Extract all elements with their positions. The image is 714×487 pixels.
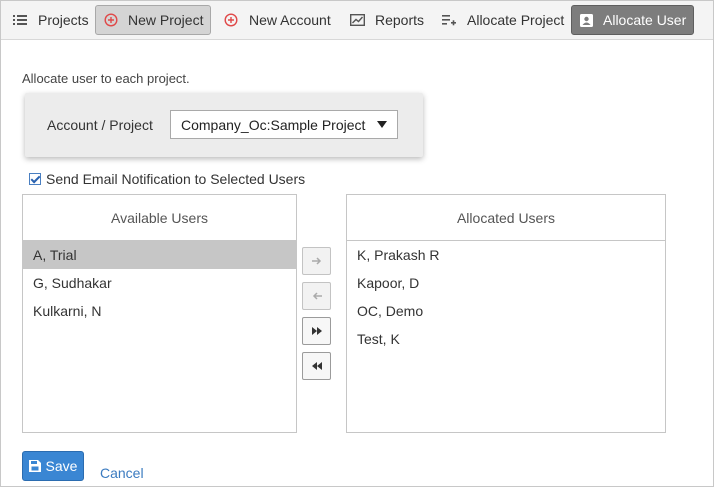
tab-projects-label: Projects [38, 12, 89, 28]
arrow-left-icon [312, 287, 322, 305]
tab-reports[interactable]: Reports [341, 5, 432, 35]
caret-down-icon [377, 121, 387, 128]
double-chevron-right-icon [311, 322, 323, 340]
tab-allocate-user-label: Allocate User [603, 12, 687, 28]
save-button[interactable]: Save [22, 451, 84, 481]
list-icon [12, 12, 28, 28]
tab-allocate-user[interactable]: Allocate User [571, 5, 694, 35]
toolbar: Projects New Project New Account Reports [1, 1, 713, 40]
allocated-users-header: Allocated Users [347, 195, 665, 241]
arrow-right-icon [311, 252, 322, 270]
available-users-list: Available Users A, Trial G, Sudhakar Kul… [22, 194, 297, 433]
tab-new-project[interactable]: New Project [95, 5, 211, 35]
email-notification-option: Send Email Notification to Selected User… [29, 171, 305, 187]
project-selector-panel: Account / Project Company_Oc:Sample Proj… [25, 93, 423, 157]
add-circle-icon [223, 12, 239, 28]
window-frame: Projects New Project New Account Reports [0, 0, 714, 487]
email-notification-checkbox[interactable] [29, 173, 41, 185]
tab-reports-label: Reports [375, 12, 425, 28]
allocated-user-row[interactable]: OC, Demo [347, 297, 665, 325]
tab-projects[interactable]: Projects [4, 5, 97, 35]
allocated-users-list: Allocated Users K, Prakash R Kapoor, D O… [346, 194, 666, 433]
instruction-text: Allocate user to each project. [22, 71, 190, 86]
email-notification-label: Send Email Notification to Selected User… [46, 171, 306, 187]
available-user-row[interactable]: Kulkarni, N [23, 297, 296, 325]
tab-new-account-label: New Account [249, 12, 331, 28]
allocated-user-row[interactable]: Kapoor, D [347, 269, 665, 297]
available-user-row[interactable]: G, Sudhakar [23, 269, 296, 297]
account-project-value: Company_Oc:Sample Project [181, 116, 366, 133]
tab-new-account[interactable]: New Account [215, 5, 339, 35]
move-all-left-button[interactable] [302, 352, 331, 380]
double-chevron-left-icon [311, 357, 323, 375]
tab-allocate-project[interactable]: Allocate Project [433, 5, 572, 35]
move-right-button[interactable] [302, 247, 331, 275]
available-users-header: Available Users [23, 195, 296, 241]
tab-allocate-project-label: Allocate Project [467, 12, 565, 28]
user-badge-icon [580, 12, 593, 28]
cancel-link[interactable]: Cancel [100, 465, 144, 481]
chart-icon [349, 12, 365, 28]
available-user-row[interactable]: A, Trial [23, 241, 296, 269]
allocated-user-row[interactable]: K, Prakash R [347, 241, 665, 269]
playlist-add-icon [441, 12, 457, 28]
account-project-select[interactable]: Company_Oc:Sample Project [170, 110, 398, 139]
floppy-disk-icon [28, 460, 41, 472]
allocated-user-row[interactable]: Test, K [347, 325, 665, 353]
account-project-label: Account / Project [47, 117, 153, 133]
save-button-label: Save [45, 458, 78, 474]
add-circle-icon [104, 12, 118, 28]
move-all-right-button[interactable] [302, 317, 331, 345]
tab-new-project-label: New Project [128, 12, 204, 28]
move-left-button[interactable] [302, 282, 331, 310]
